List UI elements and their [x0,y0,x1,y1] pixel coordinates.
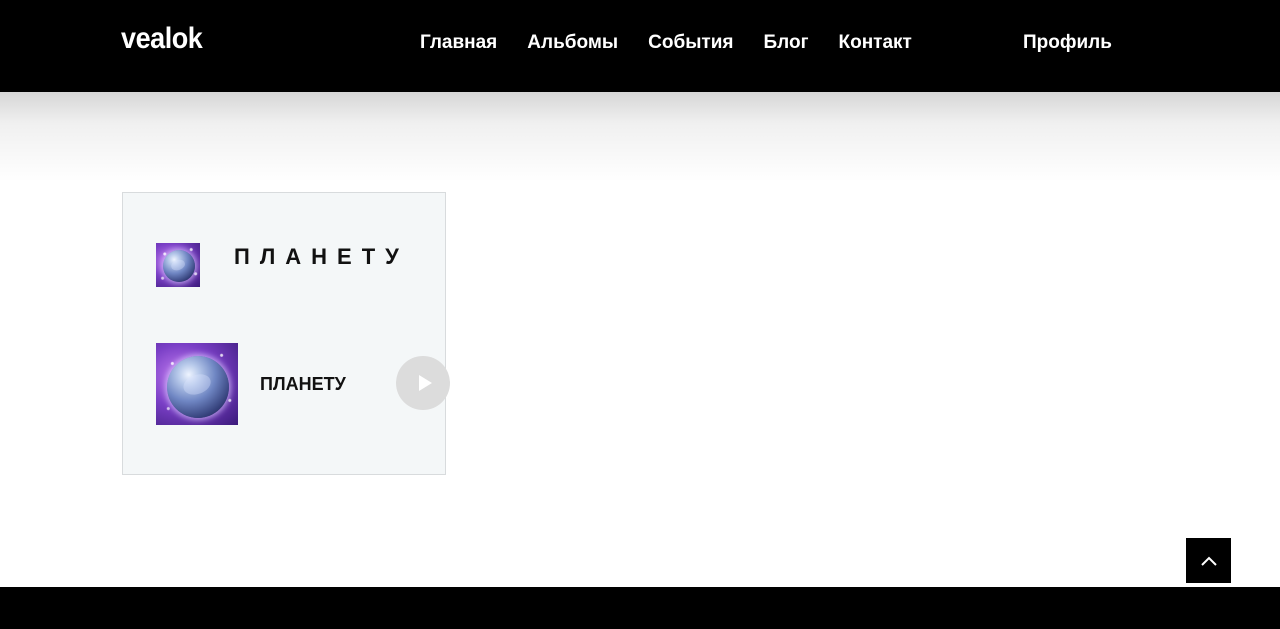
album-card: ПЛАНЕТУ ПЛАНЕТУ [122,192,450,475]
track-cover-image [156,343,238,425]
track-title: ПЛАНЕТУ [260,374,346,394]
header-shadow [0,92,1280,182]
main-nav: Главная Альбомы События Блог Контакт [420,31,912,55]
album-cover-thumbnail[interactable] [156,243,200,287]
nav-item-blog[interactable]: Блог [764,31,809,55]
play-button[interactable] [396,356,450,410]
album-title[interactable]: ПЛАНЕТУ [234,244,409,270]
nav-item-contact[interactable]: Контакт [839,31,912,55]
site-logo[interactable]: vealok [121,22,203,56]
play-icon [418,375,432,391]
nav-item-home[interactable]: Главная [420,31,497,55]
planet-image [167,356,229,418]
chevron-up-icon [1200,556,1217,566]
nav-item-events[interactable]: События [648,31,733,55]
nav-item-albums[interactable]: Альбомы [527,31,618,55]
footer-bar [0,587,1280,629]
planet-image [163,250,195,282]
top-navigation-bar: vealok Главная Альбомы События Блог Конт… [0,0,1280,92]
profile-link[interactable]: Профиль [1023,31,1112,55]
scroll-to-top-button[interactable] [1186,538,1231,583]
